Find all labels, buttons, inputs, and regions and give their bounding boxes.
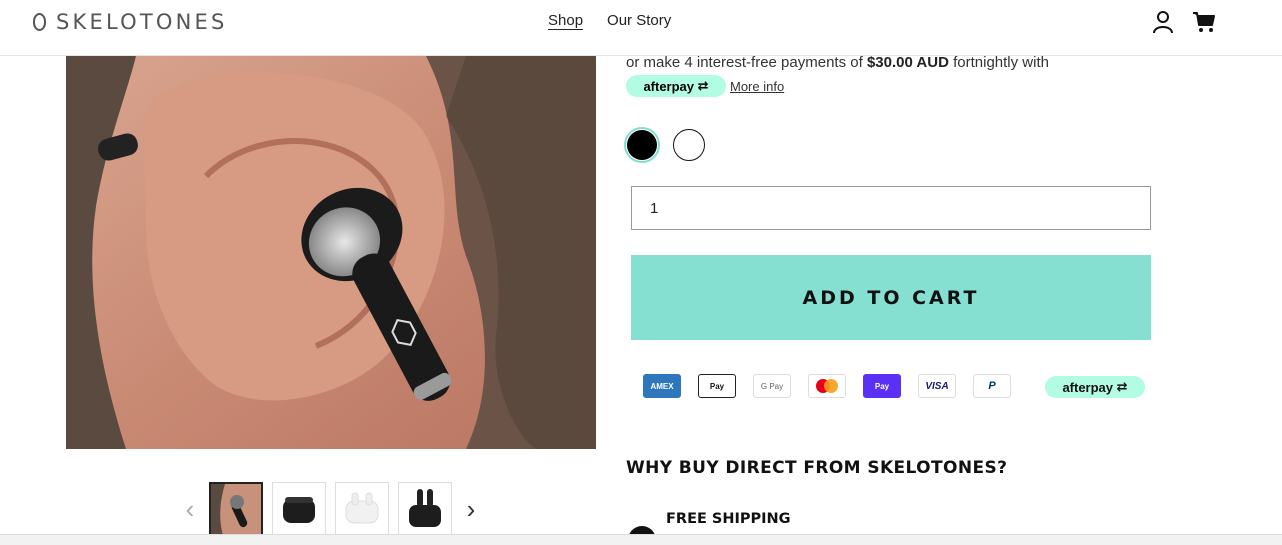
logo-mark-icon — [33, 13, 46, 31]
afterpay-logo: afterpay ⇄ — [626, 75, 726, 97]
afterpay-arrows-icon: ⇄ — [697, 78, 709, 93]
product-main-image[interactable] — [66, 56, 596, 449]
nav-our-story[interactable]: Our Story — [607, 12, 671, 29]
amex-icon: AMEX — [643, 374, 681, 398]
bottom-bar — [0, 534, 1282, 545]
thumbnail-black-case[interactable] — [272, 482, 326, 536]
swatch-fill-black — [627, 130, 657, 160]
header-icons — [1152, 10, 1216, 39]
chevron-left-icon[interactable]: ‹ — [180, 494, 200, 524]
cart-icon[interactable] — [1192, 11, 1216, 38]
color-swatch-black[interactable] — [624, 127, 660, 163]
thumbnail-black-case-open[interactable] — [398, 482, 452, 536]
afterpay-prefix: or make 4 interest-free payments of — [626, 54, 867, 71]
nav-shop[interactable]: Shop — [548, 12, 583, 29]
main-nav: Shop Our Story — [548, 12, 671, 29]
paypal-icon: P — [973, 374, 1011, 398]
free-shipping-title: FREE SHIPPING — [666, 511, 791, 527]
afterpay-more-info-link[interactable]: More info — [730, 79, 784, 94]
afterpay-installment-text: or make 4 interest-free payments of $30.… — [626, 54, 1049, 71]
afterpay-logo-text: afterpay — [643, 78, 695, 94]
apple-pay-icon: Pay — [698, 374, 736, 398]
add-to-cart-button[interactable]: ADD TO CART — [631, 255, 1151, 340]
afterpay-suffix: fortnightly with — [948, 54, 1049, 71]
chevron-right-icon[interactable]: › — [461, 494, 481, 524]
color-swatch-white[interactable] — [673, 129, 705, 161]
visa-icon: VISA — [918, 374, 956, 398]
thumbnail-strip: ‹ › — [180, 482, 481, 536]
site-logo[interactable]: SKELOTONES — [33, 10, 228, 34]
site-header: SKELOTONES Shop Our Story — [0, 0, 1282, 56]
thumbnail-white-case[interactable] — [335, 482, 389, 536]
afterpay-payment-text: afterpay — [1062, 379, 1114, 395]
shop-pay-icon: Pay — [863, 374, 901, 398]
logo-text: SKELOTONES — [56, 10, 228, 34]
apple-pay-text: Pay — [709, 381, 725, 391]
quantity-input[interactable] — [631, 186, 1151, 230]
payment-methods: AMEX Pay G Pay Pay VISA P — [643, 374, 1011, 398]
afterpay-payment-arrows-icon: ⇄ — [1116, 379, 1128, 394]
google-pay-icon: G Pay — [753, 374, 791, 398]
afterpay-amount: $30.00 AUD — [866, 54, 949, 71]
thumbnail-ear[interactable] — [209, 482, 263, 536]
why-buy-heading: WHY BUY DIRECT FROM SKELOTONES? — [626, 458, 1008, 478]
mastercard-icon — [808, 374, 846, 398]
account-icon[interactable] — [1152, 10, 1174, 39]
afterpay-payment-icon: afterpay ⇄ — [1045, 376, 1145, 398]
